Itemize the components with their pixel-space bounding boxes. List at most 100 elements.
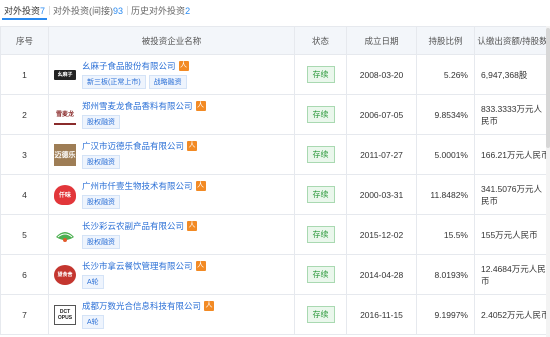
company-name-link[interactable]: 郑州雪麦龙食品香料有限公司人 xyxy=(82,100,206,112)
table-row: 1 幺麻子 幺麻子食品股份有限公司人 新三板(正常上市) 战略融资 存续 200… xyxy=(0,54,550,95)
status-badge: 存续 xyxy=(306,266,335,283)
tab-direct-investment[interactable]: 对外投资7 xyxy=(0,0,49,24)
date-cell: 2006-07-05 xyxy=(346,94,417,135)
date-cell: 2015-12-02 xyxy=(346,214,417,255)
amount-cell: 2.4052万元人民币 xyxy=(474,294,550,335)
status-cell: 存续 xyxy=(294,94,347,135)
date-cell: 2016-11-15 xyxy=(346,294,417,335)
table-row: 5 长沙彩云农副产品有限公司人 股权融资 存续 2015-12-02 15.5%… xyxy=(0,214,550,255)
status-cell: 存续 xyxy=(294,134,347,175)
status-cell: 存续 xyxy=(294,174,347,215)
company-cell: 雪麦龙 郑州雪麦龙食品香料有限公司人 股权融资 xyxy=(48,94,295,135)
company-tag: 股权融资 xyxy=(82,155,120,169)
company-logo: 仟味 xyxy=(54,184,76,205)
company-tag: A轮 xyxy=(82,315,104,329)
status-badge: 存续 xyxy=(306,146,335,163)
tab-count: 93 xyxy=(113,6,124,16)
company-name-link[interactable]: 幺麻子食品股份有限公司人 xyxy=(82,60,189,72)
date-cell: 2014-04-28 xyxy=(346,254,417,295)
company-logo: 幺麻子 xyxy=(54,69,76,80)
status-badge: 存续 xyxy=(306,66,335,83)
company-name-link[interactable]: 广州市仟壹生物技术有限公司人 xyxy=(82,180,206,192)
company-logo: 雪麦龙 xyxy=(54,104,76,125)
ratio-cell: 5.26% xyxy=(416,54,475,95)
company-tag: 战略融资 xyxy=(148,75,187,89)
company-name: 幺麻子食品股份有限公司 xyxy=(82,61,176,71)
company-tag: 股权融资 xyxy=(82,235,120,249)
date-cell: 2000-03-31 xyxy=(346,174,417,215)
row-index: 6 xyxy=(0,254,49,295)
person-icon[interactable]: 人 xyxy=(195,101,206,111)
ratio-cell: 11.8482% xyxy=(416,174,475,215)
amount-cell: 155万元人民币 xyxy=(474,214,550,255)
column-header-date: 成立日期 xyxy=(346,26,417,55)
company-tag: A轮 xyxy=(82,275,104,289)
investment-tabs: 对外投资7 对外投资(间接)93 历史对外投资2 xyxy=(0,0,550,24)
company-name: 成都万数光合信息科技有限公司 xyxy=(82,301,202,311)
company-logo: DCT OPUS xyxy=(54,304,76,325)
table-row: 7 DCT OPUS 成都万数光合信息科技有限公司人 A轮 存续 2016-11… xyxy=(0,294,550,335)
tab-history-investment[interactable]: 历史对外投资2 xyxy=(127,0,194,24)
ratio-cell: 5.0001% xyxy=(416,134,475,175)
table-header-row: 序号 被投资企业名称 状态 成立日期 持股比例 认缴出资额/持股数 xyxy=(0,26,550,55)
row-index: 7 xyxy=(0,294,49,335)
date-cell: 2008-03-20 xyxy=(346,54,417,95)
status-badge: 存续 xyxy=(306,306,335,323)
company-cell: 仟味 广州市仟壹生物技术有限公司人 股权融资 xyxy=(48,174,295,215)
person-icon[interactable]: 人 xyxy=(204,301,215,311)
status-badge: 存续 xyxy=(306,226,335,243)
tab-label: 对外投资 xyxy=(4,6,41,16)
person-icon[interactable]: 人 xyxy=(195,181,206,191)
column-header-status: 状态 xyxy=(294,26,347,55)
scrollbar-thumb[interactable] xyxy=(546,28,550,148)
company-name-link[interactable]: 广汉市迈德乐食品有限公司人 xyxy=(82,140,198,152)
company-name-link[interactable]: 长沙彩云农副产品有限公司人 xyxy=(82,220,198,232)
column-header-ratio: 持股比例 xyxy=(416,26,475,55)
column-header-company: 被投资企业名称 xyxy=(48,26,295,55)
company-name: 长沙彩云农副产品有限公司 xyxy=(82,221,185,231)
ratio-cell: 15.5% xyxy=(416,214,475,255)
amount-cell: 12.4684万元人民币 xyxy=(474,254,550,295)
column-header-index: 序号 xyxy=(0,26,49,55)
company-tag: 新三板(正常上市) xyxy=(82,75,146,89)
person-icon[interactable]: 人 xyxy=(178,61,189,71)
table-row: 3 迈德乐 广汉市迈德乐食品有限公司人 股权融资 存续 2011-07-27 5… xyxy=(0,134,550,175)
tab-count: 7 xyxy=(40,6,46,16)
status-cell: 存续 xyxy=(294,254,347,295)
ratio-cell: 9.8534% xyxy=(416,94,475,135)
row-index: 5 xyxy=(0,214,49,255)
company-name-link[interactable]: 成都万数光合信息科技有限公司人 xyxy=(82,300,215,312)
date-cell: 2011-07-27 xyxy=(346,134,417,175)
tab-label: 对外投资(间接) xyxy=(53,6,114,16)
amount-cell: 6,947,368股 xyxy=(474,54,550,95)
table-row: 2 雪麦龙 郑州雪麦龙食品香料有限公司人 股权融资 存续 2006-07-05 … xyxy=(0,94,550,135)
column-header-amount: 认缴出资额/持股数 xyxy=(474,26,550,55)
ratio-cell: 8.0193% xyxy=(416,254,475,295)
status-badge: 存续 xyxy=(306,186,335,203)
company-name: 郑州雪麦龙食品香料有限公司 xyxy=(82,101,193,111)
company-name: 广汉市迈德乐食品有限公司 xyxy=(82,141,185,151)
company-logo: 望食舍 xyxy=(54,264,76,285)
company-cell: 望食舍 长沙市拿云餐饮管理有限公司人 A轮 xyxy=(48,254,295,295)
company-logo: 迈德乐 xyxy=(54,143,76,166)
company-cell: 迈德乐 广汉市迈德乐食品有限公司人 股权融资 xyxy=(48,134,295,175)
company-logo xyxy=(54,224,76,245)
person-icon[interactable]: 人 xyxy=(187,141,198,151)
company-cell: DCT OPUS 成都万数光合信息科技有限公司人 A轮 xyxy=(48,294,295,335)
company-name: 广州市仟壹生物技术有限公司 xyxy=(82,181,193,191)
company-cell: 长沙彩云农副产品有限公司人 股权融资 xyxy=(48,214,295,255)
person-icon[interactable]: 人 xyxy=(187,221,198,231)
row-index: 1 xyxy=(0,54,49,95)
company-tag: 股权融资 xyxy=(82,195,120,209)
row-index: 4 xyxy=(0,174,49,215)
leaf-logo-icon xyxy=(56,231,74,242)
tab-indirect-investment[interactable]: 对外投资(间接)93 xyxy=(49,0,127,24)
person-icon[interactable]: 人 xyxy=(195,261,206,271)
row-index: 3 xyxy=(0,134,49,175)
tab-label: 历史对外投资 xyxy=(131,6,186,16)
status-cell: 存续 xyxy=(294,294,347,335)
amount-cell: 166.21万元人民币 xyxy=(474,134,550,175)
amount-cell: 341.5076万元人民币 xyxy=(474,174,550,215)
company-name-link[interactable]: 长沙市拿云餐饮管理有限公司人 xyxy=(82,260,206,272)
table-row: 6 望食舍 长沙市拿云餐饮管理有限公司人 A轮 存续 2014-04-28 8.… xyxy=(0,254,550,295)
